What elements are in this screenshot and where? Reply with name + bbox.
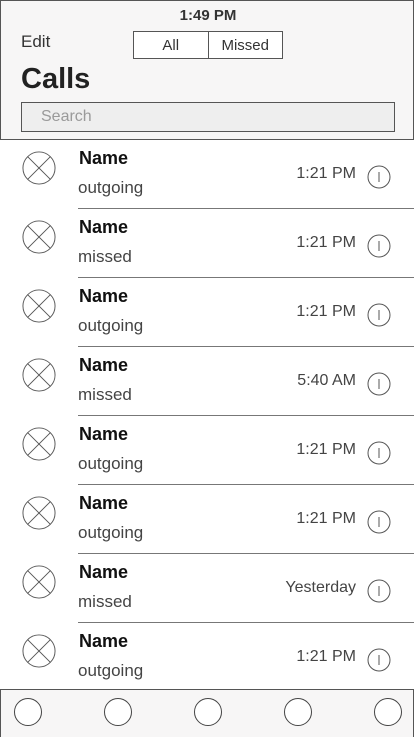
call-time: Yesterday [285,579,356,596]
call-time: 1:21 PM [296,303,356,320]
call-time: 1:21 PM [296,234,356,251]
info-icon[interactable] [367,579,391,603]
call-row[interactable]: Name missed 1:21 PM [0,209,414,278]
call-row[interactable]: Name missed 5:40 AM [0,347,414,416]
avatar-placeholder-icon [22,358,56,392]
tab-circle-icon[interactable] [14,698,42,726]
call-type: outgoing [78,454,144,473]
call-time: 5:40 AM [297,372,356,389]
call-type: outgoing [78,661,144,680]
page-title: Calls [21,63,91,95]
call-row[interactable]: Name missed Yesterday [0,554,414,623]
segment-all[interactable]: All [134,32,208,58]
call-time: 1:21 PM [296,510,356,527]
contact-name: Name [79,424,129,444]
call-list: Name outgoing 1:21 PM Name missed 1:21 P… [0,140,414,680]
avatar-placeholder-icon [22,151,56,185]
info-icon[interactable] [367,510,391,534]
status-bar-time: 1:49 PM [179,7,237,24]
avatar-placeholder-icon [22,496,56,530]
contact-name: Name [79,562,129,582]
call-row[interactable]: Name outgoing 1:21 PM [0,140,414,209]
tab-circle-icon[interactable] [194,698,222,726]
tab-bar [0,689,414,737]
call-type: missed [78,592,132,611]
avatar-placeholder-icon [22,289,56,323]
edit-button[interactable]: Edit [21,32,50,52]
call-type: missed [78,247,132,266]
contact-name: Name [79,286,129,306]
call-type: missed [78,385,132,404]
contact-name: Name [79,493,129,513]
tab-circle-icon[interactable] [284,698,312,726]
avatar-placeholder-icon [22,427,56,461]
contact-name: Name [79,148,129,168]
avatar-placeholder-icon [22,220,56,254]
contact-name: Name [79,631,129,651]
segment-missed[interactable]: Missed [207,32,283,58]
avatar-placeholder-icon [22,634,56,668]
call-type: outgoing [78,523,144,542]
info-icon[interactable] [367,165,391,189]
call-row[interactable]: Name outgoing 1:21 PM [0,485,414,554]
avatar-placeholder-icon [22,565,56,599]
info-icon[interactable] [367,648,391,672]
tab-circle-icon[interactable] [104,698,132,726]
search-input[interactable]: Search [21,102,395,132]
call-time: 1:21 PM [296,165,356,182]
call-row[interactable]: Name outgoing 1:21 PM [0,278,414,347]
call-row[interactable]: Name outgoing 1:21 PM [0,416,414,485]
call-type: outgoing [78,316,144,335]
header: 1:49 PM Edit All Missed Calls Search [0,0,414,140]
call-row[interactable]: Name outgoing 1:21 PM [0,623,414,680]
info-icon[interactable] [367,234,391,258]
info-icon[interactable] [367,303,391,327]
info-icon[interactable] [367,372,391,396]
call-filter-segmented-control: All Missed [133,31,283,59]
call-type: outgoing [78,178,144,197]
tab-circle-icon[interactable] [374,698,402,726]
call-time: 1:21 PM [296,648,356,665]
info-icon[interactable] [367,441,391,465]
call-time: 1:21 PM [296,441,356,458]
contact-name: Name [79,217,129,237]
contact-name: Name [79,355,129,375]
